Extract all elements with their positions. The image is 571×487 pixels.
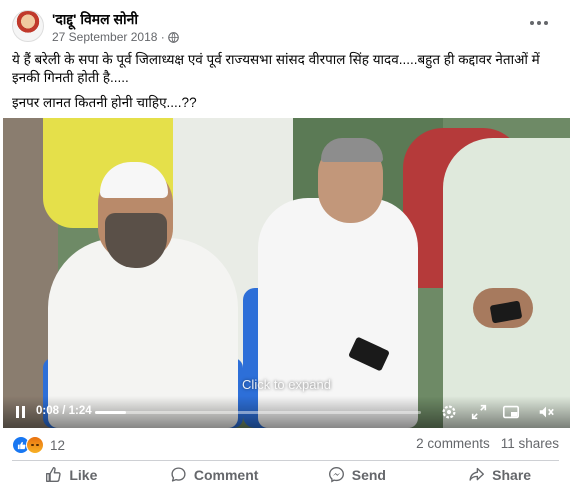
settings-icon[interactable] bbox=[440, 403, 458, 421]
comment-label: Comment bbox=[193, 466, 259, 483]
video-player[interactable]: Click to expand bbox=[3, 118, 570, 428]
post-actions: Like Comment Send Share bbox=[0, 462, 571, 487]
divider bbox=[12, 460, 559, 461]
fullscreen-icon[interactable] bbox=[470, 403, 488, 421]
shares-count[interactable]: 11 shares bbox=[501, 436, 559, 451]
comments-count[interactable]: 2 comments bbox=[416, 436, 490, 451]
engagement-counts: 2 comments 11 shares bbox=[416, 436, 559, 451]
like-button[interactable]: Like bbox=[0, 462, 143, 487]
author-avatar[interactable] bbox=[12, 10, 44, 42]
share-label: Share bbox=[492, 466, 532, 483]
angry-reaction-icon bbox=[26, 436, 44, 454]
post-meta: 27 September 2018 · bbox=[52, 30, 179, 44]
reaction-count: 12 bbox=[50, 437, 66, 453]
thumbs-up-icon bbox=[46, 467, 62, 482]
globe-icon bbox=[167, 31, 179, 43]
video-controls: 0:08 / 1:24 bbox=[3, 396, 570, 428]
video-progress-bar[interactable] bbox=[95, 411, 421, 414]
post-text: ये हैं बरेली के सपा के पूर्व जिलाध्यक्ष … bbox=[12, 52, 540, 85]
post-text-question: इनपर लानत कितनी होनी चाहिए....?? bbox=[12, 95, 197, 110]
more-options-icon[interactable] bbox=[527, 16, 551, 30]
comment-icon bbox=[171, 467, 186, 482]
video-time: 0:08 / 1:24 bbox=[36, 405, 92, 417]
post-card: 'दाद्दू' विमल सोनी 27 September 2018 · य… bbox=[0, 0, 571, 487]
post-header: 'दाद्दू' विमल सोनी 27 September 2018 · bbox=[12, 10, 559, 46]
author-name[interactable]: 'दाद्दू' विमल सोनी bbox=[52, 10, 138, 29]
video-progress-fill bbox=[95, 411, 126, 414]
send-button[interactable]: Send bbox=[286, 462, 429, 487]
pip-icon[interactable] bbox=[502, 403, 520, 421]
click-to-expand-label[interactable]: Click to expand bbox=[3, 377, 570, 392]
pause-icon[interactable] bbox=[15, 406, 26, 418]
reactions-summary[interactable]: 12 bbox=[12, 436, 65, 454]
like-label: Like bbox=[69, 466, 98, 483]
mute-icon[interactable] bbox=[537, 403, 555, 421]
share-icon bbox=[469, 467, 485, 481]
messenger-icon bbox=[328, 467, 344, 483]
comment-button[interactable]: Comment bbox=[143, 462, 286, 487]
send-label: Send bbox=[351, 466, 386, 483]
person-center bbox=[258, 198, 418, 428]
share-button[interactable]: Share bbox=[428, 462, 571, 487]
post-date[interactable]: 27 September 2018 · bbox=[52, 30, 165, 44]
